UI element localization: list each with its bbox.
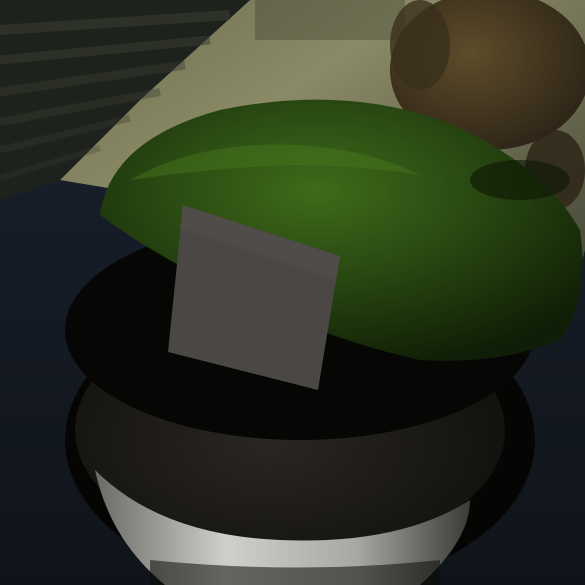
scene-canvas bbox=[0, 0, 585, 585]
rendered-scene bbox=[0, 0, 585, 585]
